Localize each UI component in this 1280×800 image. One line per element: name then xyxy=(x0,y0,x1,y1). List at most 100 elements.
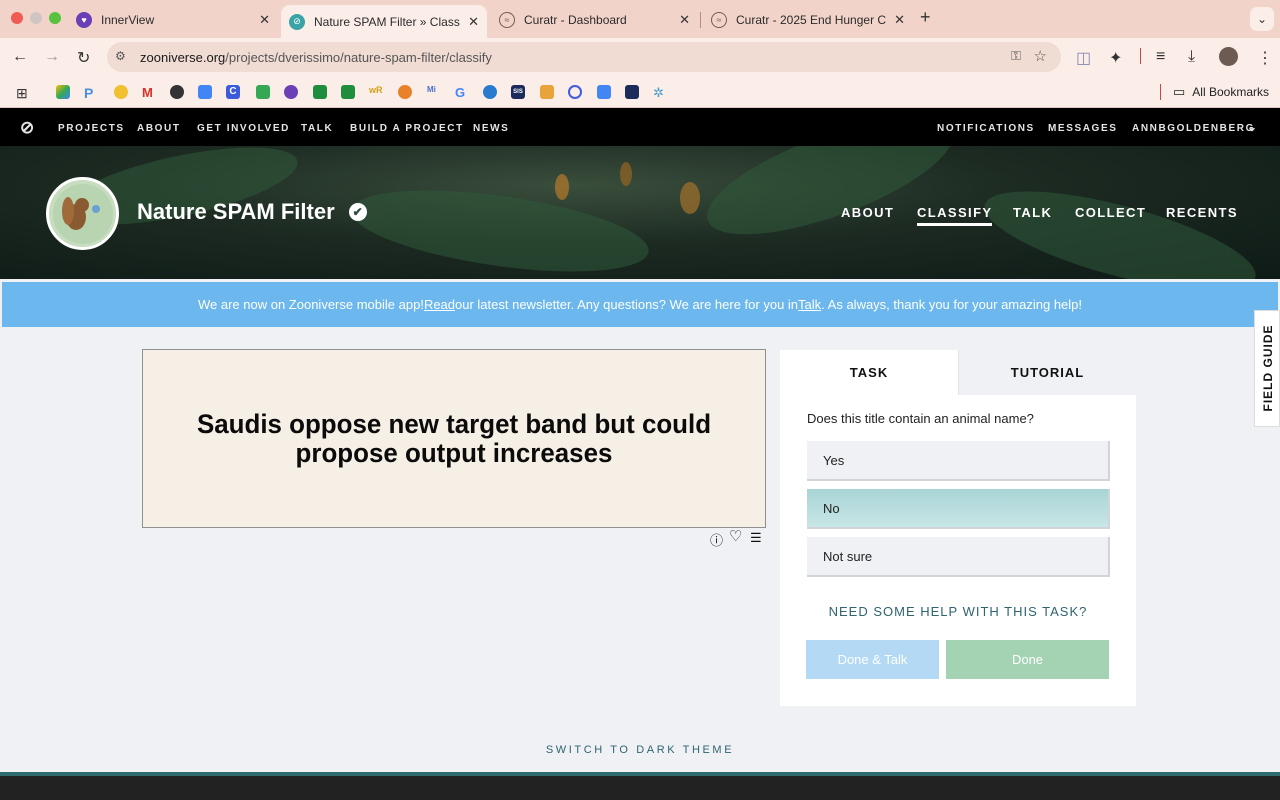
bookmark-sis-icon[interactable]: SIS xyxy=(511,85,525,99)
browser-tab-innerview[interactable]: ♥ InnerView ✕ xyxy=(68,5,278,34)
bookmark-green-icon[interactable] xyxy=(256,85,270,99)
project-nav-classify[interactable]: CLASSIFY xyxy=(917,205,993,226)
bookmark-mi-icon[interactable]: Mi xyxy=(427,85,441,99)
tab-search-icon[interactable]: ⌄ xyxy=(1250,7,1274,31)
reload-icon[interactable]: ↻ xyxy=(77,48,90,68)
site-info-icon[interactable]: ⚙ xyxy=(115,49,126,63)
collections-list-icon[interactable]: ☰ xyxy=(750,530,762,546)
bookmark-snowflake-icon[interactable]: ✲ xyxy=(653,85,667,100)
answer-yes[interactable]: Yes xyxy=(807,441,1110,481)
chevron-down-icon[interactable]: ⌄ xyxy=(1247,120,1259,134)
google-docs-icon[interactable] xyxy=(198,85,212,99)
trello-icon[interactable] xyxy=(540,85,554,99)
project-nav-about[interactable]: ABOUT xyxy=(841,205,894,220)
nav-about[interactable]: ABOUT xyxy=(137,123,181,134)
toolbar-divider xyxy=(1140,48,1141,64)
bookmark-dark-icon[interactable] xyxy=(625,85,639,99)
bookmark-blue-circle-icon[interactable] xyxy=(483,85,497,99)
address-bar[interactable]: ⚙ zooniverse.org/projects/dverissimo/nat… xyxy=(107,42,1061,72)
banner-text-1: We are now on Zooniverse mobile app! xyxy=(197,297,424,312)
switch-theme-button[interactable]: SWITCH TO DARK THEME xyxy=(0,744,1280,756)
bookmark-orange-icon[interactable] xyxy=(398,85,412,99)
bookmark-q-icon[interactable] xyxy=(568,85,582,99)
menu-icon[interactable]: ⋮ xyxy=(1257,48,1273,68)
done-button[interactable]: Done xyxy=(946,640,1109,679)
bookmark-p-icon[interactable]: P xyxy=(84,85,98,101)
zooniverse-logo-icon[interactable]: ⊘ xyxy=(20,118,34,138)
profile-avatar[interactable] xyxy=(1219,47,1238,66)
forward-icon[interactable]: → xyxy=(44,48,60,66)
tab-title: InnerView xyxy=(101,12,155,27)
bookmark-bird-icon[interactable] xyxy=(170,85,184,99)
maximize-window-button[interactable] xyxy=(49,12,61,24)
zooniverse-top-nav: ⊘ PROJECTS ABOUT GET INVOLVED TALK BUILD… xyxy=(0,108,1280,146)
project-nav-recents[interactable]: RECENTS xyxy=(1166,205,1238,220)
squirrel-logo-icon xyxy=(52,183,113,244)
all-bookmarks-button[interactable]: ▭ All Bookmarks xyxy=(1173,84,1269,100)
browser-tab-curatr-dashboard[interactable]: ≈ Curatr - Dashboard ✕ xyxy=(491,5,698,34)
task-tabs: TASK TUTORIAL xyxy=(780,350,1136,395)
reading-mode-icon[interactable]: ◫ xyxy=(1076,48,1091,68)
innerview-bookmark-icon[interactable] xyxy=(284,85,298,99)
tab-task[interactable]: TASK xyxy=(780,350,958,395)
google-drive-icon[interactable] xyxy=(56,85,70,99)
download-icon[interactable]: ⤓ xyxy=(1188,48,1195,66)
tab-separator xyxy=(700,12,701,28)
extensions-icon[interactable]: ✦ xyxy=(1109,48,1122,68)
google-sheets-icon[interactable] xyxy=(313,85,327,99)
curatr-icon: ≈ xyxy=(499,11,515,28)
project-nav-talk[interactable]: TALK xyxy=(1013,205,1052,220)
nav-messages[interactable]: MESSAGES xyxy=(1048,123,1117,134)
footer xyxy=(0,776,1280,800)
innerview-icon: ♥ xyxy=(76,11,92,28)
nav-notifications[interactable]: NOTIFICATIONS xyxy=(937,123,1035,134)
close-tab-icon[interactable]: ✕ xyxy=(894,12,905,28)
nav-user-menu[interactable]: ANNBGOLDENBERG xyxy=(1132,123,1255,134)
done-and-talk-button[interactable]: Done & Talk xyxy=(806,640,939,679)
google-sheets-icon-2[interactable] xyxy=(341,85,355,99)
answer-not-sure[interactable]: Not sure xyxy=(807,537,1110,577)
all-bookmarks-label: All Bookmarks xyxy=(1192,85,1269,99)
verified-check-icon: ✔ xyxy=(348,203,367,221)
bookmark-yellow-icon[interactable] xyxy=(114,85,128,99)
close-tab-icon[interactable]: ✕ xyxy=(468,14,479,30)
key-icon[interactable]: ⚿ xyxy=(1011,48,1021,64)
nav-talk[interactable]: TALK xyxy=(301,123,333,134)
nav-build-a-project[interactable]: BUILD A PROJECT xyxy=(350,123,464,134)
info-icon[interactable]: ⓘ xyxy=(710,530,723,549)
new-tab-icon[interactable]: + xyxy=(920,7,931,28)
close-tab-icon[interactable]: ✕ xyxy=(679,12,690,28)
answer-no[interactable]: No xyxy=(807,489,1110,529)
media-controls-icon[interactable]: ≡ xyxy=(1156,48,1165,66)
banner-read-link[interactable]: Read xyxy=(424,297,455,312)
favorite-heart-icon[interactable]: ♡ xyxy=(729,527,742,545)
field-guide-tab[interactable]: FIELD GUIDE xyxy=(1254,310,1280,427)
star-icon[interactable]: ☆ xyxy=(1034,47,1047,65)
google-icon[interactable]: G xyxy=(455,85,469,100)
nav-get-involved[interactable]: GET INVOLVED xyxy=(197,123,290,134)
project-title-text: Nature SPAM Filter xyxy=(137,199,335,224)
tab-tutorial[interactable]: TUTORIAL xyxy=(958,350,1136,395)
browser-tab-nature-spam-filter[interactable]: ⊘ Nature SPAM Filter » Classify ✕ xyxy=(281,5,487,38)
minimize-window-button[interactable] xyxy=(30,12,42,24)
project-title: Nature SPAM Filter ✔ xyxy=(137,199,367,225)
apps-grid-icon[interactable]: ⊞ xyxy=(16,85,28,102)
task-question: Does this title contain an animal name? xyxy=(807,411,1034,426)
project-nav-collect[interactable]: COLLECT xyxy=(1075,205,1146,220)
close-tab-icon[interactable]: ✕ xyxy=(259,12,270,28)
back-icon[interactable]: ← xyxy=(12,48,28,66)
bookmark-c-icon[interactable]: C xyxy=(226,85,240,99)
bookmark-wr-icon[interactable]: wR xyxy=(369,85,383,99)
nav-news[interactable]: NEWS xyxy=(473,123,509,134)
banner-talk-link[interactable]: Talk xyxy=(798,297,821,312)
gmail-icon[interactable]: M xyxy=(142,85,156,100)
banner-text-2: our latest newsletter. Any questions? We… xyxy=(455,297,799,312)
project-avatar[interactable] xyxy=(46,177,119,250)
browser-tab-strip: ♥ InnerView ✕ ⊘ Nature SPAM Filter » Cla… xyxy=(0,0,1280,38)
tab-title: Curatr - Dashboard xyxy=(524,12,627,27)
close-window-button[interactable] xyxy=(11,12,23,24)
google-docs-icon-2[interactable] xyxy=(597,85,611,99)
nav-projects[interactable]: PROJECTS xyxy=(58,123,125,134)
browser-tab-curatr-hunger[interactable]: ≈ Curatr - 2025 End Hunger Ch ✕ xyxy=(703,5,913,34)
task-help-link[interactable]: NEED SOME HELP WITH THIS TASK? xyxy=(780,604,1136,619)
